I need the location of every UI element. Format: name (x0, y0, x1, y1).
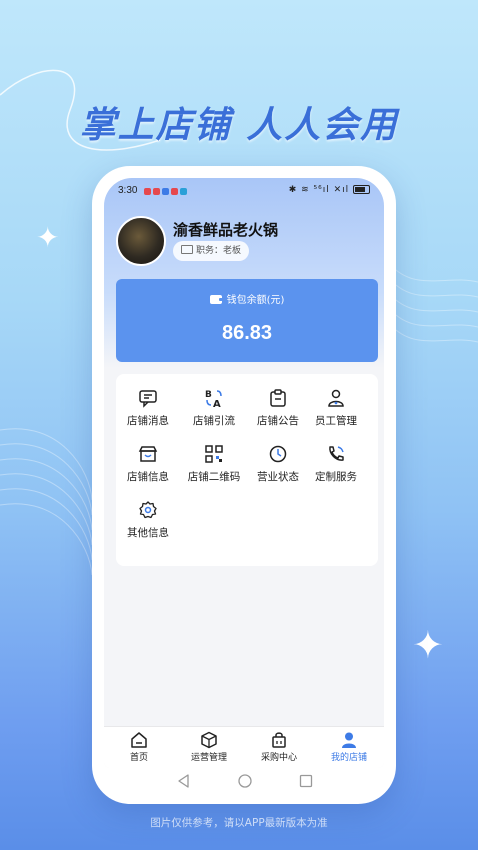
wallet-icon (209, 295, 223, 304)
store-icon (138, 446, 158, 462)
svg-text:A: A (213, 399, 221, 408)
menu-item-label: 店铺信息 (127, 471, 169, 483)
menu-item-custom-service[interactable]: 定制服务 (304, 444, 368, 484)
notice-icon (270, 389, 286, 407)
sparkle-icon: ✦ (36, 221, 60, 254)
tab-label: 我的店铺 (330, 753, 367, 763)
qrcode-icon (205, 445, 223, 463)
clock-icon (269, 445, 287, 463)
notification-icon (144, 188, 151, 195)
menu-item-label: 员工管理 (315, 415, 357, 427)
tab-label: 首页 (129, 753, 148, 763)
status-indicators: ✱ ≋ ⁵⁶ıl ✕ıl (289, 185, 370, 195)
system-nav-bar (92, 770, 396, 792)
menu-item-business-status[interactable]: 营业状态 (246, 444, 310, 484)
menu-item-other-info[interactable]: 其他信息 (116, 500, 180, 540)
menu-item-label: 营业状态 (257, 471, 299, 483)
store-name: 渝香鲜品老火锅 (173, 221, 279, 239)
bottom-tab-bar: 首页 运营管理 采购中心 我的店铺 (104, 726, 384, 768)
notification-icons (144, 187, 189, 198)
back-icon[interactable] (176, 773, 192, 789)
svg-text:B: B (205, 390, 212, 400)
gear-icon (139, 501, 157, 519)
tab-my-store[interactable]: 我的店铺 (314, 731, 384, 763)
menu-item-label: 店铺消息 (127, 415, 169, 427)
notification-icon (153, 188, 160, 195)
tab-home[interactable]: 首页 (104, 731, 174, 763)
signal-wifi-text: ✱ ≋ ⁵⁶ıl ✕ıl (288, 185, 350, 195)
sparkle-icon: ✦ (412, 623, 444, 667)
menu-item-label: 店铺公告 (257, 415, 299, 427)
notification-icon (162, 188, 169, 195)
wallet-card[interactable]: 钱包余额(元) 86.83 (116, 279, 378, 362)
tab-purchasing[interactable]: 采购中心 (244, 731, 314, 763)
recents-icon[interactable] (298, 773, 314, 789)
menu-item-label: 其他信息 (127, 527, 169, 539)
tab-label: 运营管理 (190, 753, 227, 763)
disclaimer-text: 图片仅供参考，请以APP最新版本为准 (150, 817, 328, 829)
bag-icon (272, 732, 286, 748)
menu-item-label: 店铺引流 (193, 415, 235, 427)
notification-icon (180, 188, 187, 195)
wallet-label: 钱包余额(元) (226, 295, 285, 306)
message-icon (139, 390, 157, 408)
role-badge: 职务：老板 (173, 241, 250, 261)
menu-item-store-traffic[interactable]: BA 店铺引流 (182, 388, 246, 428)
home-icon (131, 732, 147, 748)
menu-item-store-notice[interactable]: 店铺公告 (246, 388, 310, 428)
id-card-icon (181, 245, 193, 254)
phone-frame: 3:30 ✱ ≋ ⁵⁶ıl ✕ıl 渝香鲜品老火锅 职务：老板 钱包余额(元) … (92, 166, 396, 804)
box-icon (201, 731, 217, 749)
app-screen: 3:30 ✱ ≋ ⁵⁶ıl ✕ıl 渝香鲜品老火锅 职务：老板 钱包余额(元) … (104, 178, 384, 768)
tab-operations[interactable]: 运营管理 (174, 731, 244, 763)
status-bar: 3:30 ✱ ≋ ⁵⁶ıl ✕ıl (118, 184, 370, 200)
promo-slogan: 掌上店铺 人人会用 (79, 104, 399, 146)
menu-item-label: 店铺二维码 (187, 471, 241, 483)
status-time: 3:30 (118, 185, 138, 196)
menu-item-store-qrcode[interactable]: 店铺二维码 (182, 444, 246, 484)
battery-icon (353, 185, 370, 194)
tab-label: 采购中心 (260, 753, 297, 763)
avatar[interactable] (116, 216, 166, 266)
translate-icon: BA (205, 390, 222, 408)
role-text: 职务：老板 (196, 246, 242, 256)
home-circle-icon[interactable] (237, 773, 253, 789)
menu-item-label: 定制服务 (315, 471, 357, 483)
user-icon (342, 732, 356, 748)
store-menu-grid: 店铺消息 BA 店铺引流 店铺公告 员工管理 店铺信息 店铺二维码 营业状态 定… (116, 374, 378, 566)
phone-icon (329, 446, 344, 461)
menu-item-staff-management[interactable]: 员工管理 (304, 388, 368, 428)
staff-icon (328, 389, 344, 407)
notification-icon (171, 188, 178, 195)
menu-item-store-info[interactable]: 店铺信息 (116, 444, 180, 484)
wallet-label-row: 钱包余额(元) (116, 291, 378, 306)
menu-item-store-messages[interactable]: 店铺消息 (116, 388, 180, 428)
wallet-balance: 86.83 (221, 322, 273, 344)
